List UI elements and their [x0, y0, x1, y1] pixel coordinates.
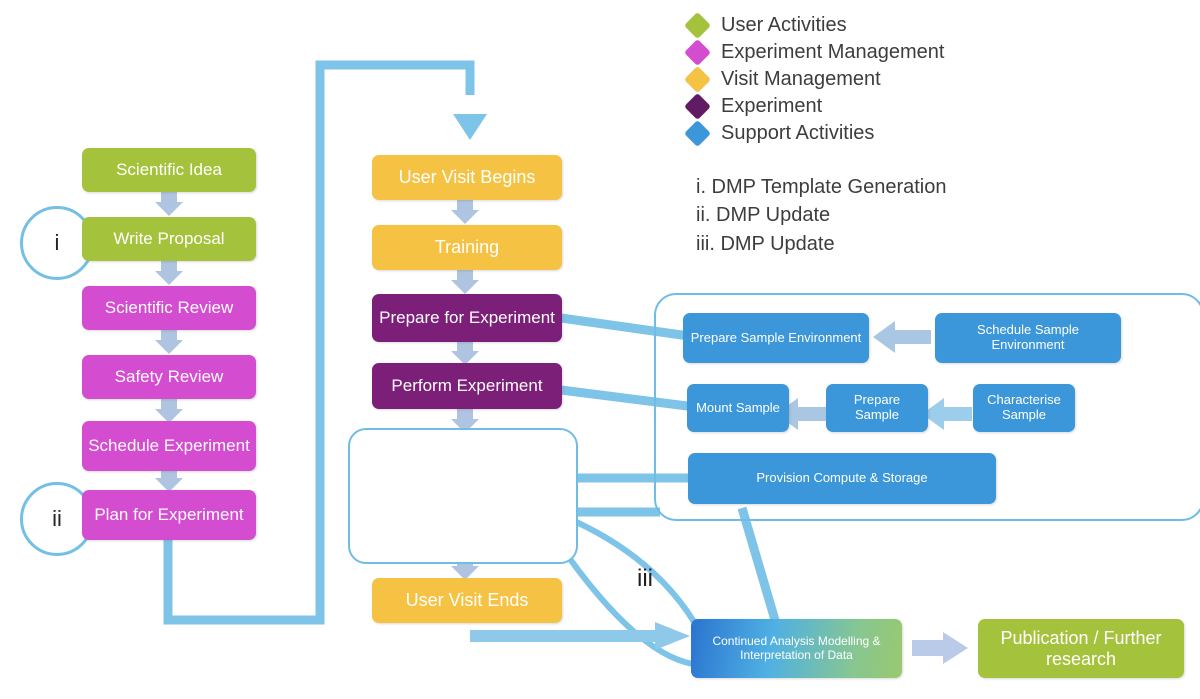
marker-circle-i-label: i: [54, 230, 60, 255]
box-label: Provision Compute & Storage: [756, 470, 928, 486]
box-label: Scientific Review: [104, 298, 234, 318]
diagram-canvas: User Activities Experiment Management Vi…: [0, 0, 1200, 699]
visit-end-to-continued-arrow: [470, 622, 690, 650]
box-label: Publication / Further research: [1000, 628, 1162, 669]
dmp-note-iii: iii. DMP Update: [696, 232, 835, 255]
legend: User Activities Experiment Management Vi…: [684, 11, 945, 147]
legend-item-user-activities: User Activities: [684, 11, 944, 39]
compute-to-continued-connector: [737, 506, 780, 622]
loop-connector-arrowhead: [453, 114, 487, 140]
box-continued-analysis[interactable]: Continued Analysis Modelling & Interpret…: [691, 619, 902, 678]
box-user-visit-begins[interactable]: User Visit Begins: [372, 155, 562, 200]
box-label: Schedule Sample Environment: [977, 322, 1079, 352]
box-safety-review[interactable]: Safety Review: [82, 355, 256, 399]
analysis-outer-sweep-connector: [557, 543, 701, 668]
box-label: Prepare Sample Environment: [690, 329, 862, 345]
box-mount-sample[interactable]: Mount Sample: [687, 384, 789, 432]
box-publication-further-research[interactable]: Publication / Further research: [978, 619, 1184, 678]
box-scientific-idea[interactable]: Scientific Idea: [82, 148, 256, 192]
box-label: User Visit Ends: [405, 590, 529, 611]
legend-item-experiment: Experiment: [684, 92, 944, 120]
box-label: Write Proposal: [113, 229, 225, 249]
diamond-icon: [684, 38, 711, 66]
legend-item-label: Experiment: [721, 94, 823, 117]
box-user-visit-ends[interactable]: User Visit Ends: [372, 578, 562, 623]
box-write-proposal[interactable]: Write Proposal: [82, 217, 256, 261]
data-analysis-group-panel: [348, 428, 578, 564]
box-schedule-experiment[interactable]: Schedule Experiment: [82, 421, 256, 471]
continued-to-publication-arrow: [912, 632, 968, 664]
box-label: Plan for Experiment: [94, 505, 244, 525]
box-schedule-sample-environment[interactable]: Schedule Sample Environment: [935, 313, 1121, 363]
box-perform-experiment[interactable]: Perform Experiment: [372, 363, 562, 409]
legend-item-label: Visit Management: [721, 67, 881, 90]
dmp-note-i: i. DMP Template Generation: [696, 176, 947, 198]
box-label: Training: [434, 237, 500, 258]
box-label: Mount Sample: [696, 399, 780, 415]
box-label: Safety Review: [114, 367, 224, 387]
legend-item-experiment-management: Experiment Management: [684, 38, 945, 66]
legend-item-visit-management: Visit Management: [684, 65, 944, 93]
diamond-icon: [684, 11, 711, 39]
box-label: Perform Experiment: [391, 376, 543, 396]
box-label: User Visit Begins: [398, 167, 536, 188]
diamond-icon: [684, 92, 711, 120]
box-label: Schedule Experiment: [88, 436, 250, 456]
dmp-note-ii: ii. DMP Update: [696, 204, 831, 227]
legend-item-label: Support Activities: [721, 121, 875, 144]
diamond-icon: [684, 119, 711, 147]
box-prepare-sample-environment[interactable]: Prepare Sample Environment: [683, 313, 869, 363]
marker-circle-ii-label: ii: [52, 506, 62, 531]
box-label: Continued Analysis Modelling & Interpret…: [712, 634, 881, 662]
box-prepare-for-experiment[interactable]: Prepare for Experiment: [372, 294, 562, 342]
legend-item-label: User Activities: [721, 13, 847, 36]
box-label: Prepare for Experiment: [379, 308, 555, 328]
legend-item-label: Experiment Management: [721, 40, 945, 63]
legend-item-support-activities: Support Activities: [684, 119, 944, 147]
box-scientific-review[interactable]: Scientific Review: [82, 286, 256, 330]
diamond-icon: [684, 65, 711, 93]
box-characterise-sample[interactable]: Characterise Sample: [973, 384, 1075, 432]
box-provision-compute-storage[interactable]: Provision Compute & Storage: [688, 453, 996, 504]
dmp-notes: i. DMP Template Generation ii. DMP Updat…: [696, 173, 947, 258]
analysis-to-continued-connector: [570, 517, 703, 634]
box-label: Scientific Idea: [116, 160, 222, 180]
box-label: Prepare Sample: [853, 392, 901, 422]
box-label: Characterise Sample: [987, 392, 1061, 422]
box-plan-for-experiment[interactable]: Plan for Experiment: [82, 490, 256, 540]
box-training[interactable]: Training: [372, 225, 562, 270]
box-prepare-sample[interactable]: Prepare Sample: [826, 384, 928, 432]
marker-iii: iii: [637, 565, 653, 592]
